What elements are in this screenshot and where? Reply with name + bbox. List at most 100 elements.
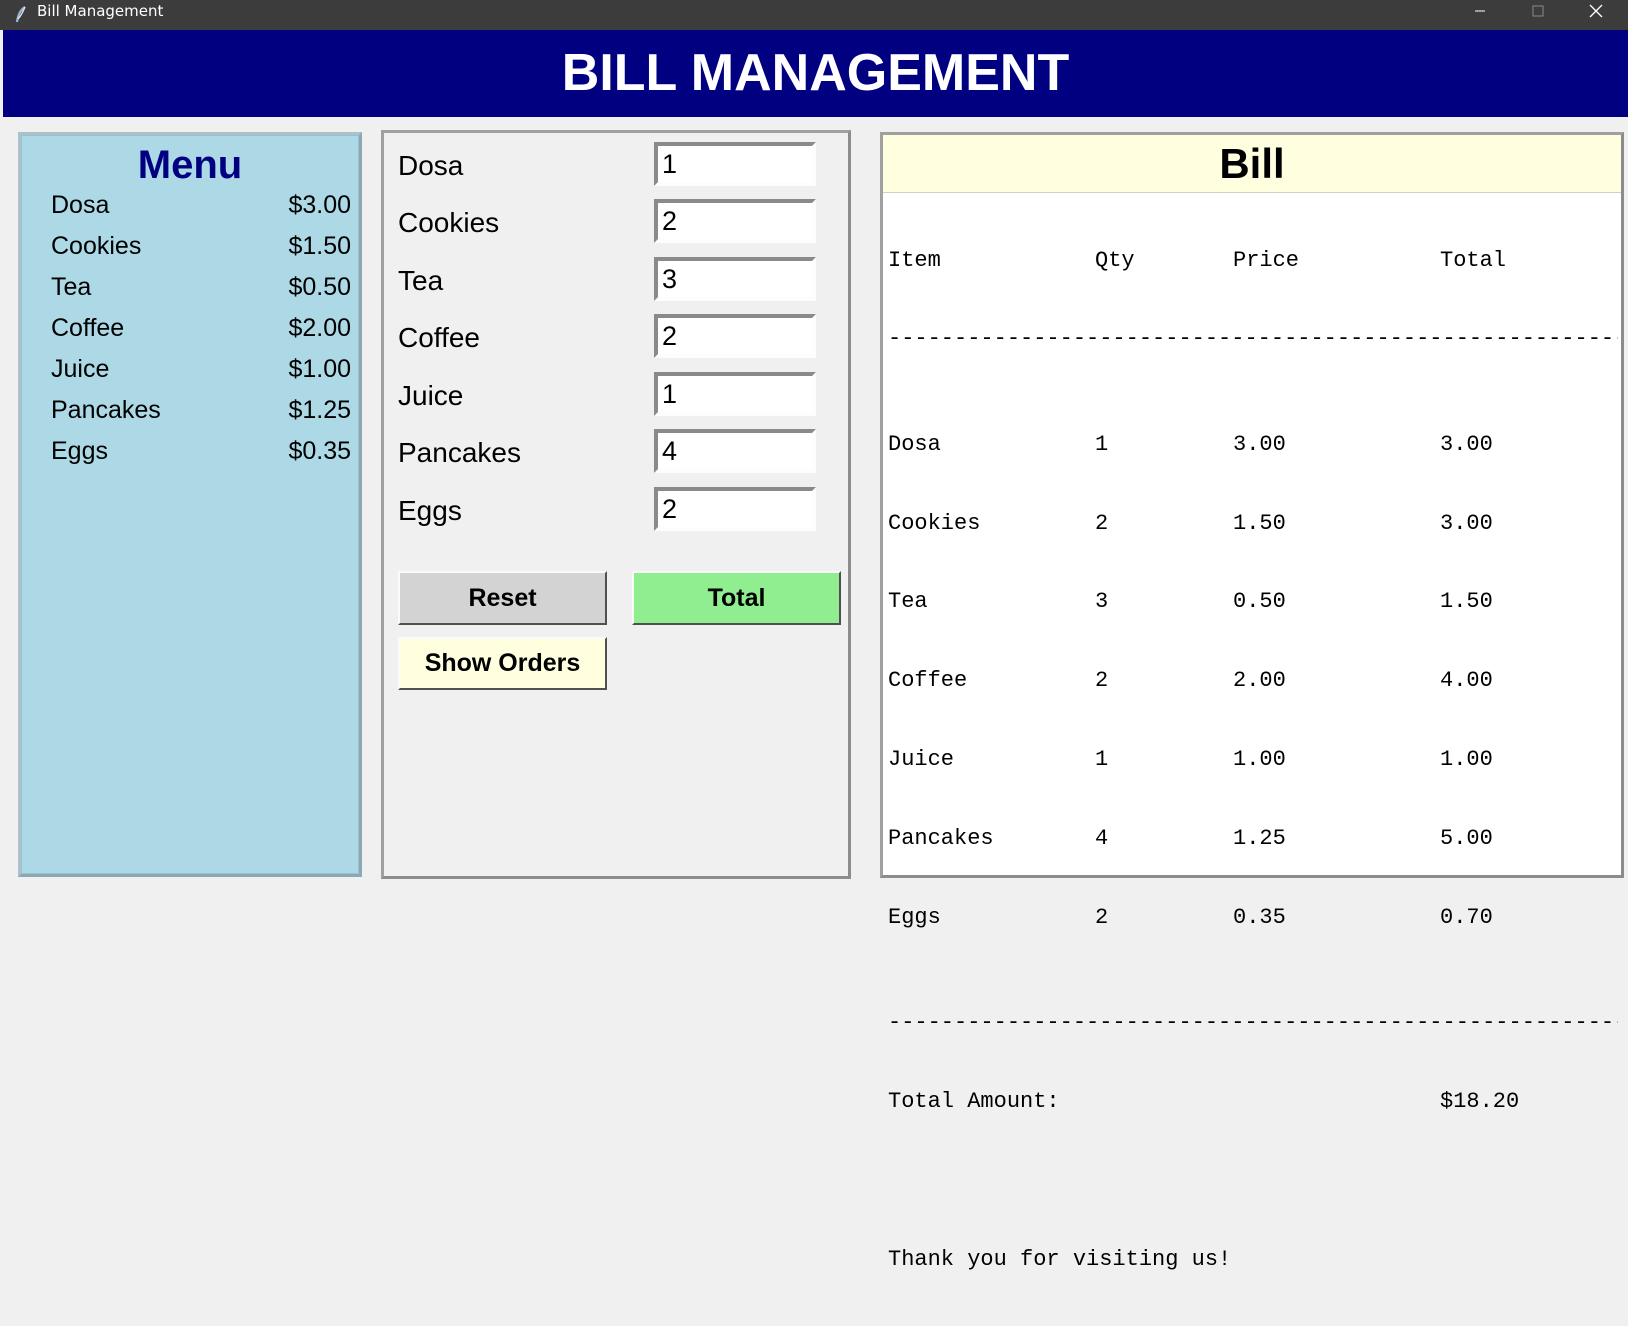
order-row-dosa: Dosa (398, 142, 818, 192)
coffee-qty-input[interactable] (654, 314, 816, 358)
bill-cell-price: 1.25 (1233, 826, 1286, 852)
pancakes-qty-input[interactable] (654, 429, 816, 473)
menu-item: Dosa $3.00 (51, 191, 351, 233)
menu-title: Menu (137, 143, 243, 187)
thank-you-message: Thank you for visiting us! (888, 1246, 1232, 1272)
order-row-juice: Juice (398, 372, 818, 422)
bill-blank-line (888, 1168, 1621, 1194)
total-amount-value: $18.20 (1440, 1089, 1520, 1115)
bill-row: Pancakes 4 1.25 5.00 (888, 826, 1621, 852)
bill-cell-item: Coffee (888, 668, 968, 694)
dosa-qty-input[interactable] (654, 142, 816, 186)
bill-header: Bill (883, 135, 1621, 193)
order-row-coffee: Coffee (398, 314, 818, 364)
bill-cell-item: Juice (888, 747, 955, 773)
menu-item-price: $2.00 (288, 314, 351, 342)
bill-cell-qty: 2 (1095, 510, 1109, 536)
menu-item: Coffee $2.00 (51, 314, 351, 356)
menu-item-name: Cookies (51, 232, 142, 260)
juice-qty-input[interactable] (654, 372, 816, 416)
menu-item-name: Dosa (51, 191, 110, 219)
order-item-label: Tea (398, 265, 444, 296)
show-orders-button[interactable]: Show Orders (398, 637, 607, 690)
bill-cell-price: 0.35 (1233, 905, 1286, 931)
tea-qty-input[interactable] (654, 257, 816, 301)
bill-cell-total: 4.00 (1440, 668, 1493, 694)
order-row-eggs: Eggs (398, 487, 818, 537)
column-header-total: Total (1440, 247, 1507, 273)
bill-cell-total: 3.00 (1440, 510, 1493, 536)
bill-cell-qty: 1 (1095, 747, 1109, 773)
bill-row: Dosa 1 3.00 3.00 (888, 432, 1621, 458)
bill-cell-qty: 4 (1095, 826, 1109, 852)
close-icon[interactable] (1573, 0, 1619, 22)
window-title: Bill Management (37, 2, 164, 20)
bill-cell-item: Tea (888, 589, 928, 615)
bill-cell-total: 1.50 (1440, 589, 1493, 615)
maximize-icon[interactable] (1515, 0, 1561, 22)
menu-item-name: Coffee (51, 314, 125, 342)
bill-row: Cookies 2 1.50 3.00 (888, 511, 1621, 537)
menu-item-price: $0.35 (288, 437, 351, 465)
order-item-label: Pancakes (398, 437, 521, 468)
bill-separator: ----------------------------------------… (888, 326, 1618, 352)
bill-cell-qty: 2 (1095, 905, 1109, 931)
menu-item: Pancakes $1.25 (51, 396, 351, 438)
bill-cell-qty: 1 (1095, 431, 1109, 457)
bill-separator: ----------------------------------------… (888, 1010, 1618, 1036)
order-panel: Dosa Cookies Tea Coffee Juice Pancakes E… (381, 130, 851, 879)
menu-item-price: $1.25 (288, 396, 351, 424)
menu-item-name: Juice (51, 355, 110, 383)
bill-cell-price: 0.50 (1233, 589, 1286, 615)
cookies-qty-input[interactable] (654, 199, 816, 243)
total-amount-label: Total Amount: (888, 1089, 1060, 1115)
feather-icon (15, 6, 26, 23)
bill-title: Bill (1219, 140, 1285, 187)
bill-column-headers: Item Qty Price Total (888, 248, 1621, 274)
menu-item-name: Pancakes (51, 396, 161, 424)
menu-item-name: Tea (51, 273, 92, 301)
bill-cell-item: Eggs (888, 905, 941, 931)
menu-item: Juice $1.00 (51, 355, 351, 397)
bill-cell-total: 3.00 (1440, 431, 1493, 457)
minimize-icon[interactable] (1457, 0, 1503, 22)
menu-item: Eggs $0.35 (51, 437, 351, 479)
menu-item-name: Eggs (51, 437, 108, 465)
bill-cell-qty: 3 (1095, 589, 1109, 615)
window-titlebar: Bill Management (0, 0, 1628, 30)
bill-cell-total: 5.00 (1440, 826, 1493, 852)
menu-panel: Menu Dosa $3.00 Cookies $1.50 Tea $0.50 … (18, 132, 362, 877)
column-header-qty: Qty (1095, 247, 1135, 273)
bill-cell-qty: 2 (1095, 668, 1109, 694)
bill-row: Tea 3 0.50 1.50 (888, 589, 1621, 615)
menu-item: Tea $0.50 (51, 273, 351, 315)
bill-receipt-text: Item Qty Price Total -------------------… (888, 195, 1621, 1326)
bill-total-row: Total Amount: $18.20 (888, 1089, 1621, 1115)
menu-item-price: $3.00 (288, 191, 351, 219)
bill-cell-item: Cookies (888, 510, 981, 536)
menu-item: Cookies $1.50 (51, 232, 351, 274)
order-item-label: Cookies (398, 207, 500, 238)
order-row-pancakes: Pancakes (398, 429, 818, 479)
order-row-tea: Tea (398, 257, 818, 307)
bill-cell-item: Pancakes (888, 826, 994, 852)
order-item-label: Eggs (398, 495, 462, 526)
menu-item-price: $0.50 (288, 273, 351, 301)
column-header-price: Price (1233, 247, 1300, 273)
order-row-cookies: Cookies (398, 199, 818, 249)
order-item-label: Dosa (398, 150, 464, 181)
page-title: BILL MANAGEMENT (561, 44, 1070, 102)
bill-row: Juice 1 1.00 1.00 (888, 747, 1621, 773)
bill-cell-total: 0.70 (1440, 905, 1493, 931)
menu-item-price: $1.00 (288, 355, 351, 383)
menu-item-price: $1.50 (288, 232, 351, 260)
bill-row: Eggs 2 0.35 0.70 (888, 905, 1621, 931)
eggs-qty-input[interactable] (654, 487, 816, 531)
total-button[interactable]: Total (632, 571, 841, 625)
bill-row: Coffee 2 2.00 4.00 (888, 668, 1621, 694)
bill-panel: Bill Item Qty Price Total --------------… (880, 132, 1624, 1272)
bill-cell-total: 1.00 (1440, 747, 1493, 773)
bill-cell-price: 3.00 (1233, 431, 1286, 457)
order-item-label: Juice (398, 380, 464, 411)
reset-button[interactable]: Reset (398, 571, 607, 625)
